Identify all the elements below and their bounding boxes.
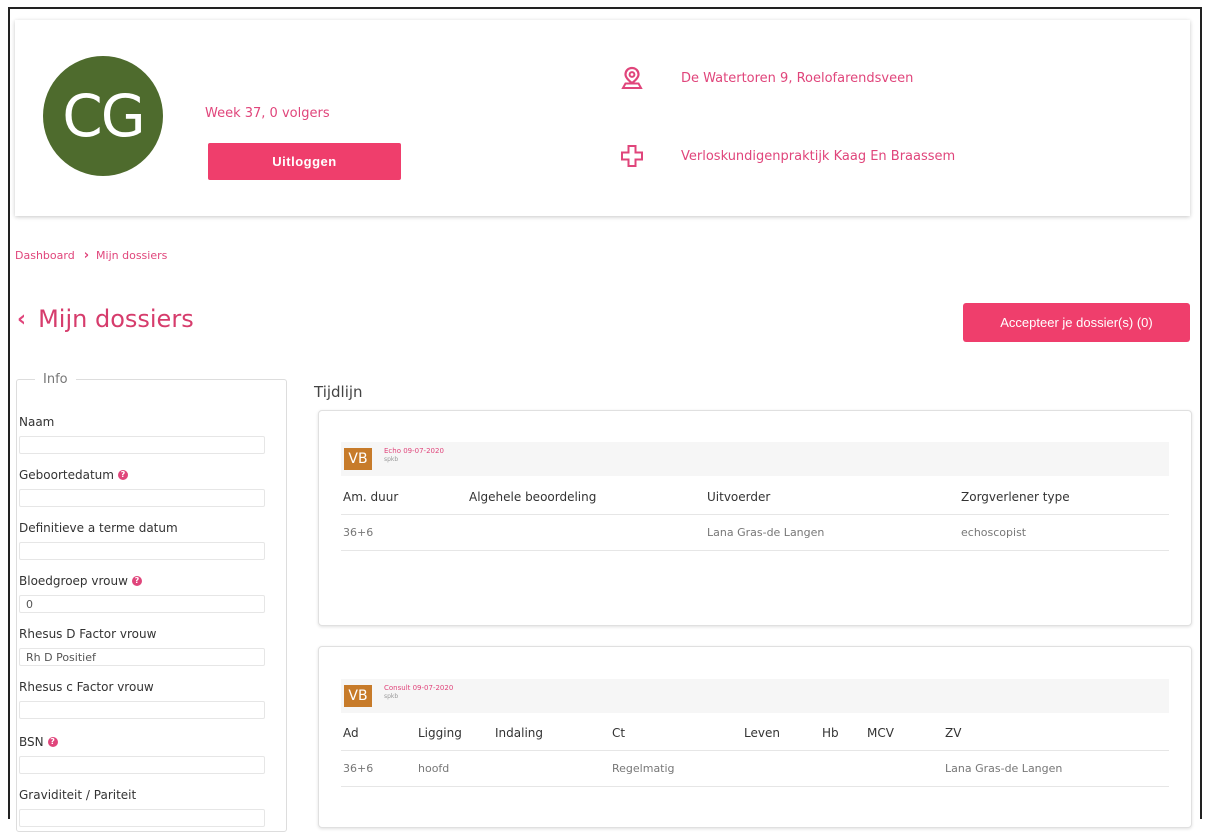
info-field-label-text: Rhesus D Factor vrouw [19, 627, 157, 641]
table-cell: Regelmatig [612, 762, 675, 775]
info-field-label: Definitieve a terme datum [19, 521, 265, 535]
info-field-label: Graviditeit / Pariteit [19, 788, 265, 802]
entry-subtitle: spkb [384, 693, 399, 700]
table-header: Am. duur [343, 490, 399, 504]
timeline-entry-header: VB Consult 09-07-2020 spkb [341, 679, 1169, 713]
address-text: De Watertoren 9, Roelofarendsveen [681, 70, 914, 86]
breadcrumb-current: Mijn dossiers [96, 249, 168, 262]
info-field-label: Naam [19, 415, 265, 429]
table-row: 36+6 hoofd Regelmatig Lana Gras-de Lange… [341, 751, 1169, 787]
info-field-value: Rh D Positief [19, 648, 265, 666]
medical-cross-icon [621, 145, 643, 167]
table-cell: echoscopist [961, 526, 1027, 539]
entry-title-link[interactable]: Consult 09-07-2020 [384, 684, 453, 692]
info-field-label-text: Rhesus c Factor vrouw [19, 680, 154, 694]
profile-header: CG Week 37, 0 volgers Uitloggen De Water… [15, 20, 1190, 216]
timeline-entry-header: VB Echo 09-07-2020 spkb [341, 442, 1169, 476]
timeline-label: Tijdlijn [314, 383, 363, 401]
info-field: Graviditeit / Pariteit [19, 788, 265, 827]
info-field-value [19, 542, 265, 560]
echo-table: Am. duur Algehele beoordeling Uitvoerder… [341, 479, 1169, 551]
info-field: Rhesus c Factor vrouw [19, 680, 265, 719]
info-field-label-text: Graviditeit / Pariteit [19, 788, 137, 802]
info-field: Rhesus D Factor vrouw Rh D Positief [19, 627, 265, 666]
location-pin-icon [621, 66, 643, 89]
breadcrumb: Dashboard › Mijn dossiers [15, 248, 167, 263]
entry-title-link[interactable]: Echo 09-07-2020 [384, 447, 444, 455]
practice-text: Verloskundigenpraktijk Kaag En Braassem [681, 148, 956, 164]
table-cell: Lana Gras-de Langen [707, 526, 825, 539]
info-field-value [19, 756, 265, 774]
table-header: Ad [343, 726, 359, 740]
table-header: ZV [945, 726, 962, 740]
entry-subtitle: spkb [384, 456, 399, 463]
help-icon[interactable]: ? [131, 576, 142, 586]
table-cell: hoofd [418, 762, 450, 775]
help-icon[interactable]: ? [117, 470, 128, 480]
page-title: Mijn dossiers [38, 305, 194, 333]
table-header-row: Am. duur Algehele beoordeling Uitvoerder… [341, 479, 1169, 515]
info-field: Bloedgroep vrouw? 0 [19, 574, 265, 613]
table-header: Leven [744, 726, 780, 740]
table-header-row: Ad Ligging Indaling Ct Leven Hb MCV ZV [341, 715, 1169, 751]
table-row: 36+6 Lana Gras-de Langen echoscopist [341, 515, 1169, 551]
table-header: Zorgverlener type [961, 490, 1070, 504]
address-row: De Watertoren 9, Roelofarendsveen [620, 66, 913, 90]
info-field-label: BSN? [19, 735, 265, 749]
table-header: Algehele beoordeling [469, 490, 597, 504]
info-field-label-text: Definitieve a terme datum [19, 521, 178, 535]
info-field: Definitieve a terme datum [19, 521, 265, 560]
help-icon[interactable]: ? [47, 737, 58, 747]
info-field-label-text: Naam [19, 415, 55, 429]
info-field-label-text: Bloedgroep vrouw [19, 574, 128, 588]
info-field-label: Rhesus c Factor vrouw [19, 680, 265, 694]
info-field-label: Bloedgroep vrouw? [19, 574, 265, 588]
table-header: Indaling [495, 726, 544, 740]
logout-button[interactable]: Uitloggen [208, 143, 401, 180]
info-field-label: Geboortedatum? [19, 468, 265, 482]
table-cell: 36+6 [343, 526, 374, 539]
page-title-row: ‹ Mijn dossiers [17, 305, 194, 333]
table-header: Ct [612, 726, 626, 740]
avatar: CG [43, 56, 163, 176]
accept-dossiers-button[interactable]: Accepteer je dossier(s) (0) [963, 303, 1190, 342]
practice-row: Verloskundigenpraktijk Kaag En Braassem [620, 144, 955, 168]
info-legend: Info [43, 372, 68, 387]
info-field-label-text: Geboortedatum [19, 468, 114, 482]
table-header: Hb [822, 726, 839, 740]
info-field-value [19, 809, 265, 827]
table-header: Ligging [418, 726, 462, 740]
timeline-card-consult: VB Consult 09-07-2020 spkb Ad Ligging In… [318, 646, 1192, 828]
table-header: MCV [867, 726, 894, 740]
chevron-right-icon: › [83, 248, 90, 263]
entry-badge: VB [344, 448, 372, 470]
table-header: Uitvoerder [707, 490, 771, 504]
pregnancy-week-text: Week 37, 0 volgers [205, 106, 330, 121]
info-field-value: 0 [19, 595, 265, 613]
info-field-value [19, 436, 265, 454]
info-field: Geboortedatum? [19, 468, 265, 507]
timeline-card-echo: VB Echo 09-07-2020 spkb Am. duur Algehel… [318, 410, 1192, 626]
table-cell: Lana Gras-de Langen [945, 762, 1063, 775]
breadcrumb-dashboard-link[interactable]: Dashboard [15, 249, 75, 262]
table-cell: 36+6 [343, 762, 374, 775]
entry-badge: VB [344, 685, 372, 707]
consult-table: Ad Ligging Indaling Ct Leven Hb MCV ZV 3… [341, 715, 1169, 787]
info-field: Naam [19, 415, 265, 454]
info-field: BSN? [19, 735, 265, 774]
info-field-value [19, 489, 265, 507]
info-field-label-text: BSN [19, 735, 44, 749]
back-chevron-icon[interactable]: ‹ [17, 307, 26, 332]
info-field-label: Rhesus D Factor vrouw [19, 627, 265, 641]
info-field-value [19, 701, 265, 719]
